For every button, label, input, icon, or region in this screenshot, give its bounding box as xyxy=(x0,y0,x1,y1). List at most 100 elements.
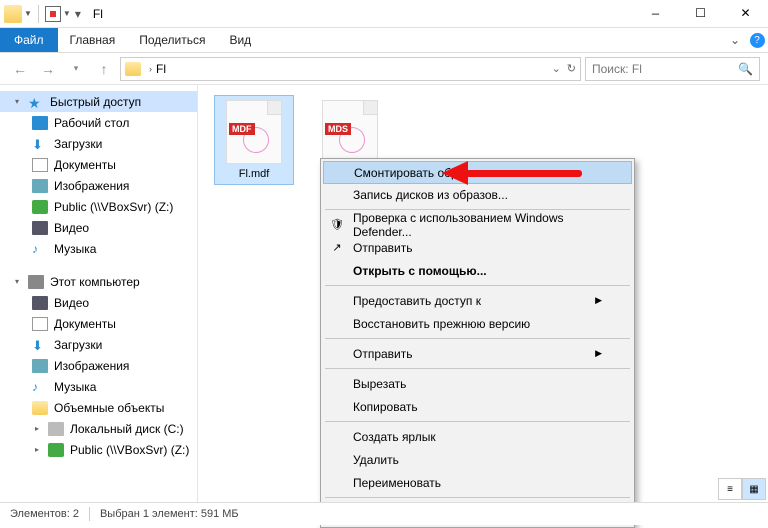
address-dropdown-icon[interactable]: ⌄ xyxy=(552,62,561,75)
ctx-defender-scan[interactable]: 🛡Проверка с использованием Windows Defen… xyxy=(323,213,632,236)
ctx-share[interactable]: ↗Отправить xyxy=(323,236,632,259)
sidebar-item-label: Быстрый доступ xyxy=(50,95,141,109)
pictures-icon xyxy=(32,359,48,373)
navigation-pane: ▾ ★ Быстрый доступ Рабочий стол ⬇Загрузк… xyxy=(0,85,198,502)
sidebar-item-documents[interactable]: Документы xyxy=(0,154,197,175)
pictures-icon xyxy=(32,179,48,193)
breadcrumb[interactable]: Fl xyxy=(156,62,166,76)
sidebar-item-music[interactable]: ♪Музыка xyxy=(0,376,197,397)
separator xyxy=(325,338,630,339)
qat-dropdown-icon[interactable]: ▼ xyxy=(63,9,71,18)
chevron-right-icon[interactable]: › xyxy=(149,64,152,74)
sidebar-item-label: Музыка xyxy=(54,380,96,394)
ctx-create-shortcut[interactable]: Создать ярлык xyxy=(323,425,632,448)
ctx-label: Вырезать xyxy=(353,377,406,391)
divider xyxy=(38,5,39,23)
sidebar-item-network-drive[interactable]: Public (\\VBoxSvr) (Z:) xyxy=(0,196,197,217)
close-button[interactable]: ✕ xyxy=(723,0,768,28)
sidebar-item-music[interactable]: ♪Музыка xyxy=(0,238,197,259)
sidebar-item-label: Видео xyxy=(54,221,89,235)
icons-view-button[interactable]: ▦ xyxy=(742,478,766,500)
titlebar: ▼ ▼ ▾ Fl — ☐ ✕ xyxy=(0,0,768,28)
separator xyxy=(325,497,630,498)
ctx-burn-disc[interactable]: Запись дисков из образов... xyxy=(323,183,632,206)
ctx-label: Удалить xyxy=(353,453,399,467)
cube-icon xyxy=(32,401,48,415)
sidebar-item-documents[interactable]: Документы xyxy=(0,313,197,334)
chevron-right-icon[interactable]: ▸ xyxy=(32,424,42,433)
downloads-icon: ⬇ xyxy=(32,338,48,352)
tab-share[interactable]: Поделиться xyxy=(127,28,217,52)
file-item[interactable]: MDF Fl.mdf xyxy=(214,95,294,185)
tab-file[interactable]: Файл xyxy=(0,28,58,52)
sidebar-item-network-drive[interactable]: ▸Public (\\VBoxSvr) (Z:) xyxy=(0,439,197,460)
qat-overflow-icon[interactable]: ▾ xyxy=(75,7,81,21)
sidebar-this-pc[interactable]: ▾ Этот компьютер xyxy=(0,271,197,292)
ctx-label: Переименовать xyxy=(353,476,441,490)
ctx-label: Смонтировать образ xyxy=(354,166,470,180)
ctx-send-to[interactable]: Отправить▶ xyxy=(323,342,632,365)
ctx-delete[interactable]: Удалить xyxy=(323,448,632,471)
chevron-right-icon: ▶ xyxy=(595,295,602,306)
help-button[interactable]: ? xyxy=(746,28,768,52)
ctx-label: Создать ярлык xyxy=(353,430,436,444)
separator xyxy=(325,421,630,422)
properties-icon[interactable] xyxy=(45,6,61,22)
ctx-restore-version[interactable]: Восстановить прежнюю версию xyxy=(323,312,632,335)
sidebar-item-label: Локальный диск (C:) xyxy=(70,422,184,436)
ctx-cut[interactable]: Вырезать xyxy=(323,372,632,395)
status-selection: Выбран 1 элемент: 591 МБ xyxy=(100,508,239,520)
sidebar-item-label: Музыка xyxy=(54,242,96,256)
sidebar-item-local-disk[interactable]: ▸ Локальный диск (C:) xyxy=(0,418,197,439)
sidebar-item-desktop[interactable]: Рабочий стол xyxy=(0,112,197,133)
ribbon-expand-icon[interactable]: ⌄ xyxy=(724,28,746,52)
ctx-label: Предоставить доступ к xyxy=(353,294,481,308)
qat-dropdown-icon[interactable]: ▼ xyxy=(24,9,32,18)
details-view-button[interactable]: ≡ xyxy=(718,478,742,500)
tab-home[interactable]: Главная xyxy=(58,28,128,52)
sidebar-item-videos[interactable]: Видео xyxy=(0,292,197,313)
refresh-icon[interactable]: ↻ xyxy=(567,62,576,75)
ctx-mount-image[interactable]: Смонтировать образ xyxy=(323,161,632,184)
chevron-down-icon[interactable]: ▾ xyxy=(12,97,22,106)
file-name: Fl.mdf xyxy=(219,168,289,180)
ctx-grant-access[interactable]: Предоставить доступ к ▶ xyxy=(323,289,632,312)
back-button[interactable]: ← xyxy=(8,57,32,81)
ctx-rename[interactable]: Переименовать xyxy=(323,471,632,494)
search-input[interactable]: Поиск: Fl 🔍 xyxy=(585,57,760,81)
address-bar[interactable]: › Fl ⌄ ↻ xyxy=(120,57,581,81)
sidebar-item-pictures[interactable]: Изображения xyxy=(0,175,197,196)
forward-button[interactable]: → xyxy=(36,57,60,81)
ctx-copy[interactable]: Копировать xyxy=(323,395,632,418)
ctx-open-with[interactable]: Открыть с помощью... xyxy=(323,259,632,282)
sidebar-item-label: Документы xyxy=(54,158,116,172)
ctx-label: Копировать xyxy=(353,400,418,414)
recent-dropdown-icon[interactable]: ▾ xyxy=(64,57,88,81)
sidebar-item-label: Объемные объекты xyxy=(54,401,164,415)
sidebar-quick-access[interactable]: ▾ ★ Быстрый доступ xyxy=(0,91,197,112)
sidebar-item-videos[interactable]: Видео xyxy=(0,217,197,238)
up-button[interactable]: ↑ xyxy=(92,57,116,81)
chevron-down-icon[interactable]: ▾ xyxy=(12,277,22,286)
folder-icon xyxy=(4,5,22,23)
search-placeholder: Поиск: Fl xyxy=(592,62,642,76)
file-type-badge: MDS xyxy=(325,123,351,135)
context-menu: Смонтировать образ Запись дисков из обра… xyxy=(320,158,635,528)
documents-icon xyxy=(32,158,48,172)
tab-view[interactable]: Вид xyxy=(217,28,263,52)
help-icon: ? xyxy=(750,33,765,48)
minimize-button[interactable]: — xyxy=(633,0,678,28)
separator xyxy=(325,368,630,369)
sidebar-item-pictures[interactable]: Изображения xyxy=(0,355,197,376)
file-type-badge: MDF xyxy=(229,123,255,135)
view-mode-buttons: ≡ ▦ xyxy=(718,478,766,500)
sidebar-item-label: Видео xyxy=(54,296,89,310)
star-icon: ★ xyxy=(28,95,44,109)
sidebar-item-downloads[interactable]: ⬇Загрузки xyxy=(0,334,197,355)
sidebar-item-downloads[interactable]: ⬇Загрузки xyxy=(0,133,197,154)
maximize-button[interactable]: ☐ xyxy=(678,0,723,28)
shield-icon: 🛡 xyxy=(329,217,345,233)
sidebar-item-label: Этот компьютер xyxy=(50,275,140,289)
sidebar-item-3d-objects[interactable]: Объемные объекты xyxy=(0,397,197,418)
chevron-right-icon[interactable]: ▸ xyxy=(32,445,42,454)
